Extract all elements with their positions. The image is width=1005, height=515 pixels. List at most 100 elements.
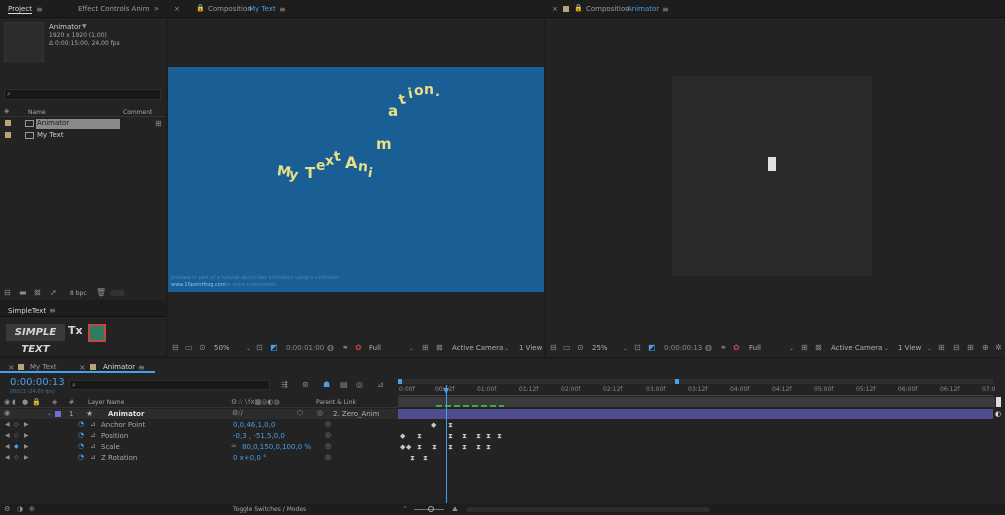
graph-icon[interactable]: ⊿ [90,442,96,451]
camera-select[interactable]: Active Camera [831,344,882,352]
interpret-footage-icon[interactable]: ⊟ [4,288,11,297]
keyframe[interactable]: ⧗ [476,444,481,451]
vr-icon[interactable]: ⊙ [577,343,584,352]
keyframe[interactable]: ⧗ [417,433,422,440]
view-layout-select[interactable]: 1 View [898,344,921,352]
next-keyframe-icon[interactable]: ▶ [24,453,29,462]
vr-icon[interactable]: ⊙ [199,343,206,352]
prop-value[interactable]: 80,0,150,0,100,0 % [242,443,311,451]
monitor-icon[interactable]: ▭ [185,343,193,352]
layer-name[interactable]: Animator [108,410,144,418]
bpc-label[interactable]: 8 bpc [70,290,87,297]
keyframe[interactable]: ⧗ [448,422,453,429]
new-comp-icon[interactable]: ⊠ [34,288,41,297]
prev-keyframe-icon[interactable]: ◀ [5,431,10,440]
panel-menu-icon[interactable]: ≡ [49,306,56,315]
toggle-switches-modes[interactable]: Toggle Switches / Modes [233,506,306,513]
lock-icon[interactable]: 🔒 [574,4,583,13]
next-keyframe-icon[interactable]: ▶ [24,420,29,429]
flowchart-icon[interactable]: ⊞ [967,343,974,352]
3d-layer-icon[interactable]: ⬡ [297,409,303,418]
close-icon[interactable]: × [8,363,15,372]
layer-out-handle-icon[interactable]: ◐ [995,410,1001,419]
region-of-interest-icon[interactable]: ◩ [648,343,656,352]
keyframe[interactable]: ◆ [406,444,411,451]
graph-icon[interactable]: ⊿ [90,431,96,440]
expression-icon[interactable]: ◎ [325,453,331,462]
keyframe-active-icon[interactable]: ◆ [14,442,19,451]
zoom-select[interactable]: 50% [214,344,230,352]
chevron-down-icon[interactable]: ⌄ [884,344,889,353]
current-time[interactable]: 0:00:00:13 [664,344,702,352]
render-queue-icon[interactable]: ➚ [50,288,57,297]
work-area-bar[interactable] [398,379,993,384]
next-keyframe-icon[interactable]: ▶ [24,442,29,451]
lock-icon[interactable]: 🔒 [196,4,205,13]
prev-keyframe-icon[interactable]: ◀ [5,420,10,429]
panel-menu-icon[interactable]: ≡ [279,5,286,14]
keyframe-toggle-icon[interactable]: ◇ [14,453,19,462]
keyframe-toggle-icon[interactable]: ◇ [14,420,19,429]
thumbnail-slider[interactable] [110,290,125,296]
close-icon[interactable]: × [552,5,558,13]
draft-3d-icon[interactable]: ⊟ [953,343,960,352]
simpletext-title[interactable]: SimpleText [8,307,46,315]
layer-switches-icon[interactable]: ⚙⧸∕ [232,409,243,418]
chevron-down-icon[interactable]: ⌄ [927,344,932,353]
expand-arrow-icon[interactable]: ⌄ [47,409,52,418]
in-out-pane-icon[interactable]: ⊕ [29,505,35,514]
keyframe[interactable]: ⧗ [448,444,453,451]
solo-icon[interactable]: ● [22,398,28,407]
project-item-row[interactable]: My Text [0,130,166,141]
layer-row[interactable]: ◉ ⌄ 1 ★ Animator ⚙⧸∕ ⬡ ◎ 2. Zero_Anim [0,409,398,419]
col-name[interactable]: Name [28,109,46,116]
project-search-input[interactable]: ⌕ [4,89,161,100]
keyframe[interactable]: ⧗ [417,444,422,451]
comp-name[interactable]: My Text [249,5,276,13]
show-snapshot-icon[interactable]: ⚭ [342,343,349,352]
expand-panels-icon[interactable]: » [154,4,159,13]
tab-animator[interactable]: Animator [103,363,135,371]
flowchart-icon[interactable]: ⊞ [155,119,162,128]
comp-end-handle[interactable] [996,397,1001,407]
exposure-icon[interactable]: ✲ [995,343,1002,352]
frame-blending-icon[interactable]: ▤ [340,380,348,389]
layer-label-swatch[interactable] [55,411,61,417]
timeline-search-input[interactable]: ⌕ [69,380,270,390]
keyframe[interactable]: ⧗ [432,444,437,451]
keyframe[interactable]: ⧗ [410,455,415,462]
keyframe[interactable]: ⧗ [423,455,428,462]
stopwatch-icon[interactable]: ◔ [78,442,84,451]
camera-select[interactable]: Active Camera [452,344,503,352]
comp-canvas[interactable] [672,76,872,276]
prev-keyframe-icon[interactable]: ◀ [5,442,10,451]
timeline-scrollbar[interactable] [466,507,710,512]
keyframe[interactable]: ◆ [431,422,436,429]
tab-project[interactable]: Project [8,5,32,14]
parent-select[interactable]: 2. Zero_Anim [333,410,383,418]
trash-icon[interactable]: 🗑 [96,288,106,297]
prop-row-position[interactable]: ◀ ◇ ▶ ◔ ⊿ Position -0,3 , -51,5,0,0 ◎ [0,431,398,441]
pickwhip-icon[interactable]: ◎ [317,409,323,418]
tab-effect-controls[interactable]: Effect Controls Anim [78,5,150,13]
label-tag-icon[interactable]: ◈ [52,398,57,407]
stopwatch-icon[interactable]: ◔ [78,431,84,440]
current-timecode[interactable]: 0:00:00:13 [10,377,65,388]
resolution-select[interactable]: Full [749,344,761,352]
col-layer-name[interactable]: Layer Name [88,399,124,406]
always-preview-icon[interactable]: ⊟ [172,343,179,352]
prop-value[interactable]: 0 x+0,0 ° [233,454,267,462]
toggle-pixel-aspect-icon[interactable]: ⊞ [938,343,945,352]
prop-row-z-rotation[interactable]: ◀ ◇ ▶ ◔ ⊿ Z Rotation 0 x+0,0 ° ◎ [0,453,398,463]
zoom-select[interactable]: 25% [592,344,608,352]
panel-menu-icon[interactable]: ≡ [662,5,669,14]
zoom-slider-knob[interactable] [428,506,434,512]
prev-keyframe-icon[interactable]: ◀ [5,453,10,462]
switches-icons[interactable]: ⚙☆∖fx▦◎◐◍ [231,398,280,407]
playhead-icon[interactable]: ▼ [443,386,449,395]
prop-value[interactable]: -0,3 , -51,5,0,0 [233,432,285,440]
fast-preview-icon[interactable]: ⊞ [422,343,429,352]
shy-layers-icon[interactable]: ☗ [323,380,330,389]
work-area-start-handle[interactable] [398,379,402,384]
audio-icon[interactable]: ◖ [12,398,16,407]
